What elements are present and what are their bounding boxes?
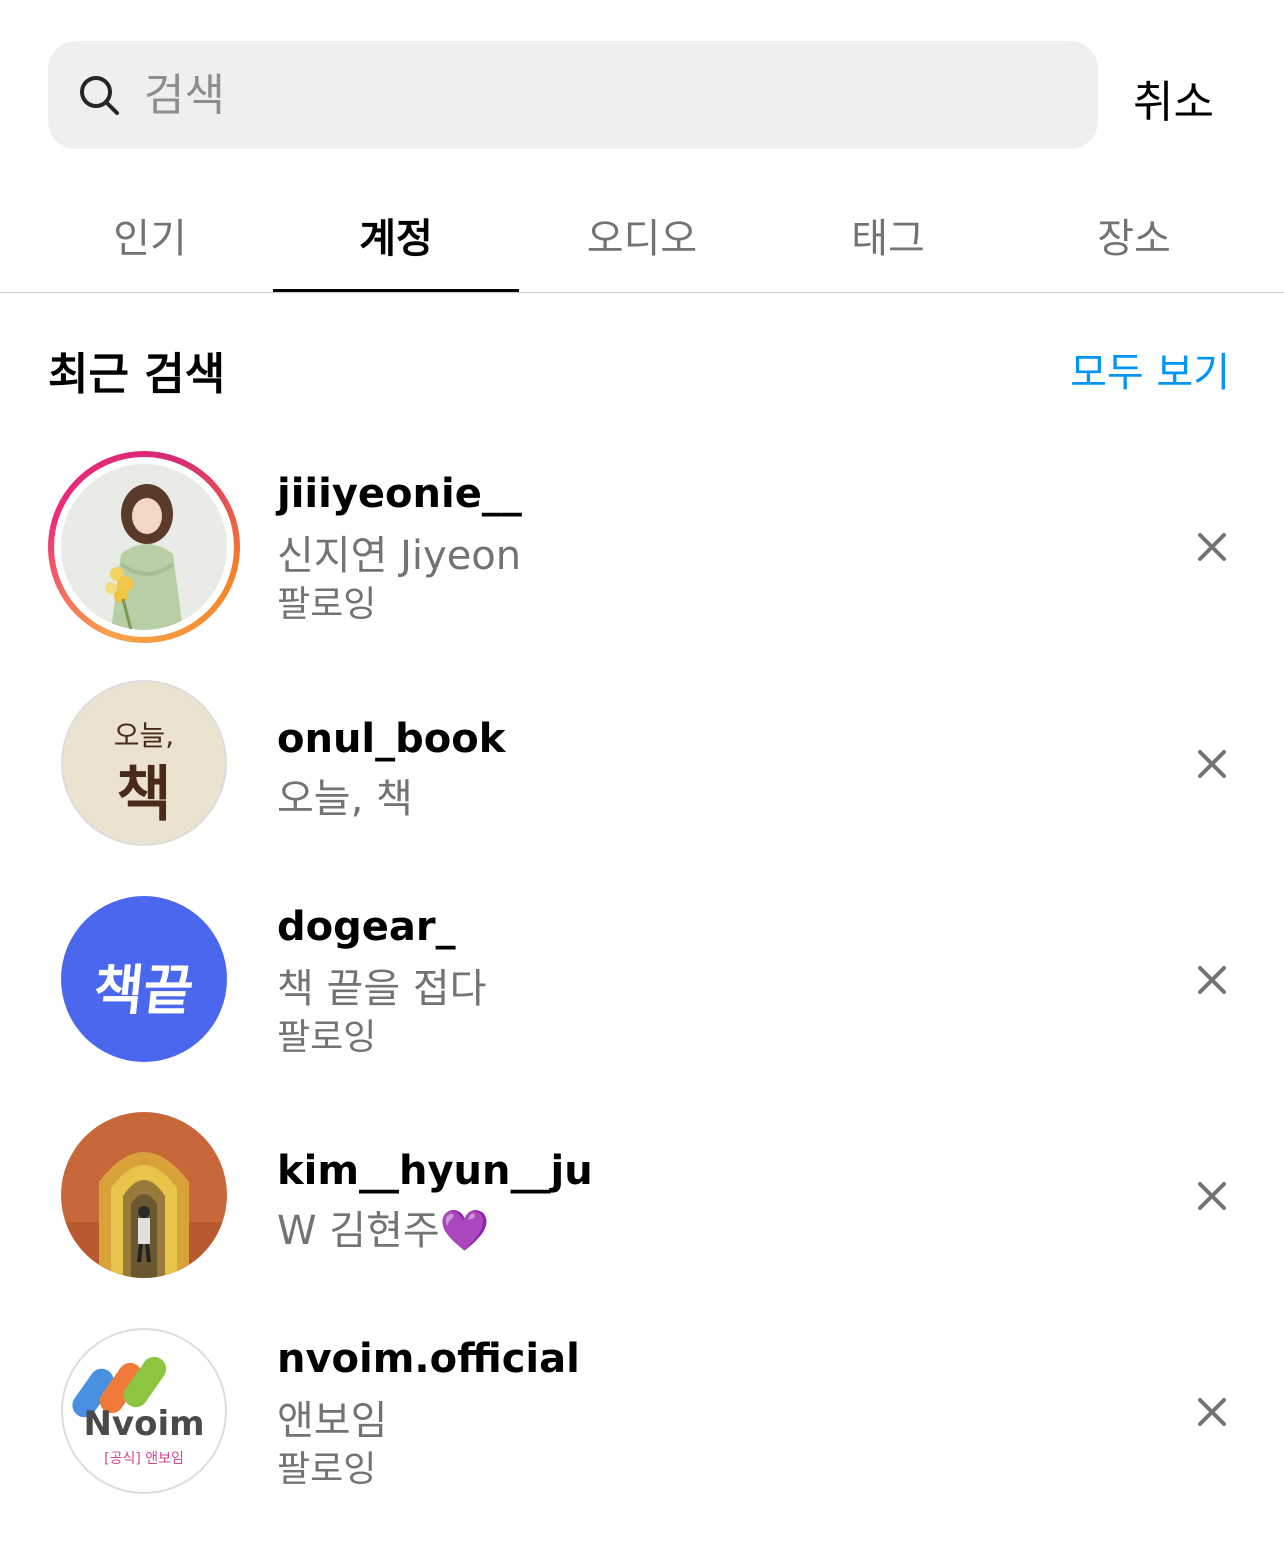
username: nvoim.official [277, 1336, 580, 1382]
list-item[interactable]: Nvoim [공식] 앤보임 nvoim.official 앤보임 팔로잉 [0, 1328, 1284, 1528]
tab-tags[interactable]: 태그 [765, 186, 1011, 292]
username: kim__hyun__ju [277, 1148, 593, 1194]
username: dogear_ [277, 904, 456, 950]
search-tabs: 인기 계정 오디오 태그 장소 [27, 186, 1257, 292]
username: onul_book [277, 716, 506, 762]
avatar[interactable]: 책끝 [61, 896, 227, 1062]
cancel-button[interactable]: 취소 [1133, 66, 1214, 130]
list-item[interactable]: kim__hyun__ju W 김현주💜 [0, 1112, 1284, 1312]
close-icon [1198, 533, 1226, 561]
close-icon [1198, 1182, 1226, 1210]
avatar[interactable]: Nvoim [공식] 앤보임 [61, 1328, 227, 1494]
list-item[interactable]: 오늘, 책 onul_book 오늘, 책 [0, 680, 1284, 880]
remove-recent-button[interactable] [1190, 525, 1234, 569]
list-item[interactable]: 책끝 dogear_ 책 끝을 접다 팔로잉 [0, 896, 1284, 1096]
close-icon [1198, 966, 1226, 994]
search-icon [80, 76, 119, 115]
remove-recent-button[interactable] [1190, 958, 1234, 1002]
full-name: 오늘, 책 [277, 776, 413, 822]
following-status: 팔로잉 [277, 584, 377, 625]
see-all-link[interactable]: 모두 보기 [1070, 340, 1230, 398]
recent-searches-title: 최근 검색 [48, 349, 226, 400]
close-icon [1198, 1398, 1226, 1426]
avatar[interactable]: 오늘, 책 [61, 680, 227, 846]
close-icon [1198, 750, 1226, 778]
remove-recent-button[interactable] [1190, 1390, 1234, 1434]
following-status: 팔로잉 [277, 1449, 377, 1490]
remove-recent-button[interactable] [1190, 742, 1234, 786]
following-status: 팔로잉 [277, 1017, 377, 1058]
tab-popular[interactable]: 인기 [27, 186, 273, 292]
tab-audio[interactable]: 오디오 [519, 186, 765, 292]
full-name: 앤보임 [277, 1398, 388, 1444]
tabs-divider [0, 292, 1284, 293]
username: jiiiyeonie__ [277, 471, 522, 517]
search-screen: 취소 인기 계정 오디오 태그 장소 최근 검색 모두 보기 [0, 0, 1284, 1554]
tab-accounts[interactable]: 계정 [273, 186, 519, 292]
tab-places[interactable]: 장소 [1011, 186, 1257, 292]
full-name: W 김현주💜 [277, 1208, 490, 1254]
full-name: 책 끝을 접다 [277, 966, 487, 1012]
avatar[interactable] [61, 1112, 227, 1278]
list-item[interactable]: jiiiyeonie__ 신지연 Jiyeon 팔로잉 [0, 447, 1284, 647]
avatar[interactable] [61, 464, 227, 630]
search-input[interactable] [144, 62, 1044, 128]
remove-recent-button[interactable] [1190, 1174, 1234, 1218]
full-name: 신지연 Jiyeon [277, 533, 522, 579]
